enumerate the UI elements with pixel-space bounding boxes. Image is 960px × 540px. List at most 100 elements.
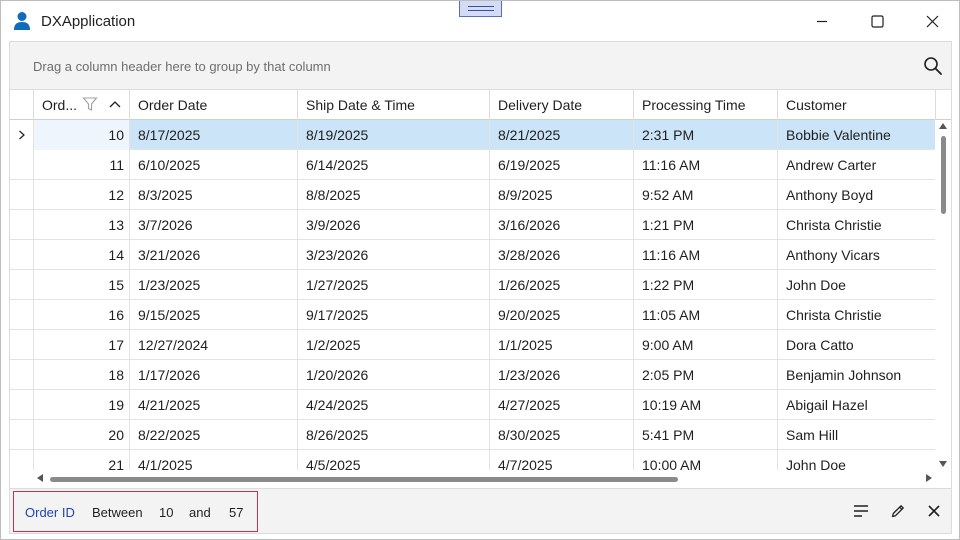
filter-value-1[interactable]: 10 — [159, 505, 173, 520]
cell-ship-date[interactable]: 1/2/2025 — [298, 330, 490, 360]
cell-processing-time[interactable]: 1:21 PM — [634, 210, 778, 240]
cell-delivery-date[interactable]: 6/19/2025 — [490, 150, 634, 180]
filter-operator[interactable]: Between — [92, 505, 143, 520]
cell-ship-date[interactable]: 4/5/2025 — [298, 450, 490, 470]
maximize-button[interactable] — [854, 1, 900, 41]
minimize-button[interactable] — [799, 1, 845, 41]
table-row[interactable]: 18 1/17/2026 1/20/2026 1/23/2026 2:05 PM Benj… — [10, 360, 935, 390]
edit-filter-button[interactable] — [886, 499, 910, 523]
cell-processing-time[interactable]: 1:22 PM — [634, 270, 778, 300]
cell-delivery-date[interactable]: 9/20/2025 — [490, 300, 634, 330]
cell-processing-time[interactable]: 11:16 AM — [634, 150, 778, 180]
cell-ship-date[interactable]: 1/27/2025 — [298, 270, 490, 300]
row-indicator[interactable] — [10, 330, 34, 360]
cell-order-id[interactable]: 11 — [34, 150, 130, 180]
cell-ship-date[interactable]: 8/26/2025 — [298, 420, 490, 450]
cell-delivery-date[interactable]: 1/23/2026 — [490, 360, 634, 390]
cell-delivery-date[interactable]: 8/21/2025 — [490, 120, 634, 150]
vertical-scroll-thumb[interactable] — [941, 136, 946, 214]
cell-processing-time[interactable]: 11:05 AM — [634, 300, 778, 330]
scroll-left-icon[interactable] — [37, 474, 43, 482]
cell-customer[interactable]: Benjamin Johnson — [778, 360, 935, 390]
column-header-order-date[interactable]: Order Date — [130, 90, 298, 120]
cell-processing-time[interactable]: 10:00 AM — [634, 450, 778, 470]
title-bar[interactable]: DXApplication — [1, 1, 959, 41]
close-button[interactable] — [909, 1, 955, 41]
cell-order-date[interactable]: 3/21/2026 — [130, 240, 298, 270]
cell-delivery-date[interactable]: 1/26/2025 — [490, 270, 634, 300]
cell-order-date[interactable]: 1/17/2026 — [130, 360, 298, 390]
table-row[interactable]: 11 6/10/2025 6/14/2025 6/19/2025 11:16 AM And… — [10, 150, 935, 180]
cell-customer[interactable]: Andrew Carter — [778, 150, 935, 180]
cell-order-date[interactable]: 8/3/2025 — [130, 180, 298, 210]
cell-delivery-date[interactable]: 1/1/2025 — [490, 330, 634, 360]
scroll-up-icon[interactable] — [939, 123, 947, 129]
cell-order-id[interactable]: 15 — [34, 270, 130, 300]
drag-handle[interactable] — [459, 1, 502, 17]
cell-ship-date[interactable]: 1/20/2026 — [298, 360, 490, 390]
cell-ship-date[interactable]: 3/23/2026 — [298, 240, 490, 270]
table-row[interactable]: 10 8/17/2025 8/19/2025 8/21/2025 2:31 PM Bobb… — [10, 120, 935, 150]
cell-order-date[interactable]: 8/17/2025 — [130, 120, 298, 150]
row-indicator[interactable] — [10, 420, 34, 450]
column-header-customer[interactable]: Customer — [778, 90, 936, 120]
horizontal-scrollbar[interactable] — [34, 470, 935, 486]
table-row[interactable]: 19 4/21/2025 4/24/2025 4/27/2025 10:19 AM Abi… — [10, 390, 935, 420]
table-row[interactable]: 13 3/7/2026 3/9/2026 3/16/2026 1:21 PM Christ… — [10, 210, 935, 240]
data-grid[interactable]: Ord... Order Date Ship Date & Time Deliv… — [9, 90, 952, 488]
cell-customer[interactable]: Sam Hill — [778, 420, 935, 450]
cell-delivery-date[interactable]: 8/30/2025 — [490, 420, 634, 450]
cell-delivery-date[interactable]: 3/28/2026 — [490, 240, 634, 270]
horizontal-scroll-thumb[interactable] — [50, 477, 678, 482]
cell-processing-time[interactable]: 11:16 AM — [634, 240, 778, 270]
cell-delivery-date[interactable]: 3/16/2026 — [490, 210, 634, 240]
cell-order-id[interactable]: 17 — [34, 330, 130, 360]
filter-field[interactable]: Order ID — [25, 505, 75, 520]
table-row[interactable]: 15 1/23/2025 1/27/2025 1/26/2025 1:22 PM John… — [10, 270, 935, 300]
filter-value-2[interactable]: 57 — [229, 505, 243, 520]
cell-order-id[interactable]: 13 — [34, 210, 130, 240]
cell-ship-date[interactable]: 8/8/2025 — [298, 180, 490, 210]
cell-order-date[interactable]: 9/15/2025 — [130, 300, 298, 330]
table-row[interactable]: 21 4/1/2025 4/5/2025 4/7/2025 10:00 AM John D… — [10, 450, 935, 470]
filter-menu-button[interactable] — [849, 499, 873, 523]
cell-customer[interactable]: Dora Catto — [778, 330, 935, 360]
cell-order-id[interactable]: 14 — [34, 240, 130, 270]
cell-order-date[interactable]: 1/23/2025 — [130, 270, 298, 300]
row-indicator[interactable] — [10, 360, 34, 390]
cell-customer[interactable]: Bobbie Valentine — [778, 120, 935, 150]
cell-order-date[interactable]: 8/22/2025 — [130, 420, 298, 450]
cell-ship-date[interactable]: 8/19/2025 — [298, 120, 490, 150]
cell-customer[interactable]: John Doe — [778, 270, 935, 300]
cell-delivery-date[interactable]: 8/9/2025 — [490, 180, 634, 210]
row-indicator[interactable] — [10, 210, 34, 240]
row-indicator[interactable] — [10, 450, 34, 470]
cell-customer[interactable]: John Doe — [778, 450, 935, 470]
row-indicator[interactable] — [10, 300, 34, 330]
clear-filter-button[interactable] — [922, 499, 946, 523]
vertical-scrollbar[interactable] — [935, 120, 951, 470]
table-row[interactable]: 12 8/3/2025 8/8/2025 8/9/2025 9:52 AM Anthony… — [10, 180, 935, 210]
scroll-right-icon[interactable] — [926, 474, 932, 482]
cell-order-id[interactable]: 20 — [34, 420, 130, 450]
cell-customer[interactable]: Anthony Boyd — [778, 180, 935, 210]
search-button[interactable] — [921, 54, 945, 78]
table-row[interactable]: 14 3/21/2026 3/23/2026 3/28/2026 11:16 AM Ant… — [10, 240, 935, 270]
cell-order-id[interactable]: 10 — [34, 120, 130, 150]
column-header-ship-date[interactable]: Ship Date & Time — [298, 90, 490, 120]
cell-ship-date[interactable]: 6/14/2025 — [298, 150, 490, 180]
column-header-order-id[interactable]: Ord... — [34, 90, 130, 120]
row-indicator[interactable] — [10, 240, 34, 270]
row-indicator[interactable] — [10, 120, 34, 150]
cell-order-id[interactable]: 12 — [34, 180, 130, 210]
cell-delivery-date[interactable]: 4/27/2025 — [490, 390, 634, 420]
cell-processing-time[interactable]: 9:52 AM — [634, 180, 778, 210]
cell-order-id[interactable]: 21 — [34, 450, 130, 470]
cell-customer[interactable]: Abigail Hazel — [778, 390, 935, 420]
cell-ship-date[interactable]: 9/17/2025 — [298, 300, 490, 330]
cell-order-id[interactable]: 16 — [34, 300, 130, 330]
filter-criteria[interactable]: Order ID Between 10 and 57 — [13, 491, 258, 532]
table-row[interactable]: 16 9/15/2025 9/17/2025 9/20/2025 11:05 AM Chr… — [10, 300, 935, 330]
cell-customer[interactable]: Christa Christie — [778, 210, 935, 240]
cell-processing-time[interactable]: 2:05 PM — [634, 360, 778, 390]
